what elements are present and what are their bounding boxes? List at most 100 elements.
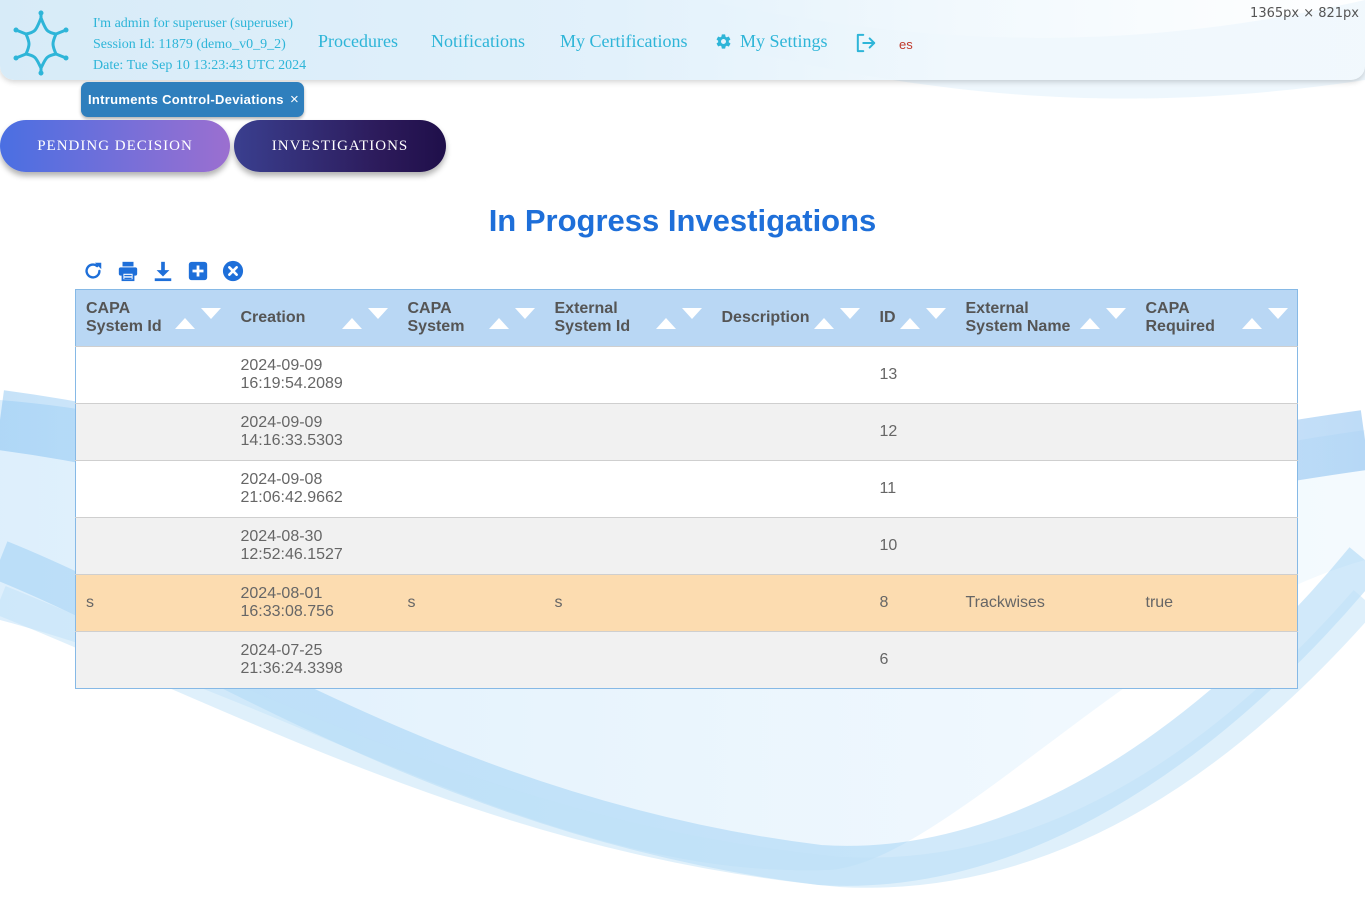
sort-asc-icon[interactable]: [655, 315, 676, 329]
print-icon[interactable]: [117, 260, 139, 282]
sort-desc-icon[interactable]: [1267, 308, 1288, 322]
sort-asc-icon[interactable]: [341, 315, 362, 329]
cell-creation: 2024-08-01 16:33:08.756: [230, 574, 398, 632]
cell-external-system-name: [955, 631, 1136, 689]
cell-id: 13: [869, 346, 956, 404]
nav-my-certifications[interactable]: My Certifications: [560, 31, 687, 52]
sort-desc-icon[interactable]: [514, 308, 535, 322]
download-icon[interactable]: [152, 260, 174, 282]
column-header-external-system-id[interactable]: External System Id: [544, 289, 712, 347]
window-tab-label: Intruments Control-Deviations: [88, 92, 284, 107]
cell-external-system-id: [544, 403, 712, 461]
column-header-label: Creation: [240, 308, 306, 326]
language-toggle[interactable]: es: [899, 37, 913, 52]
table-toolbar: [82, 260, 257, 282]
nav-procedures[interactable]: Procedures: [318, 31, 398, 52]
cell-description: [711, 574, 870, 632]
column-header-capa-system-id[interactable]: CAPA System Id: [75, 289, 231, 347]
investigations-table: CAPA System Id Creation CAPA System External S…: [75, 289, 1298, 689]
sort-desc-icon[interactable]: [839, 308, 860, 322]
session-date: Date: Tue Sep 10 13:23:43 UTC 2024: [93, 58, 307, 73]
sort-desc-icon[interactable]: [925, 308, 946, 322]
cell-capa-system: [397, 631, 545, 689]
column-header-label: ID: [879, 308, 896, 326]
cell-capa-system-id: [75, 460, 231, 518]
table-row[interactable]: s 2024-08-01 16:33:08.756 s s 8 Trackwises true: [75, 574, 1298, 632]
sort-asc-icon[interactable]: [488, 315, 509, 329]
cell-capa-required: [1135, 631, 1298, 689]
column-header-label: External System Name: [965, 300, 1071, 335]
table-row[interactable]: 2024-08-30 12:52:46.1527 10: [75, 517, 1298, 575]
add-icon[interactable]: [187, 260, 209, 282]
sort-asc-icon[interactable]: [899, 315, 920, 329]
column-header-id[interactable]: ID: [869, 289, 956, 347]
table-body: 2024-09-09 16:19:54.2089 13 2024-09-09 14:16…: [75, 346, 1298, 689]
table-row[interactable]: 2024-09-09 16:19:54.2089 13: [75, 346, 1298, 404]
column-header-label: External System Id: [554, 300, 631, 335]
cell-creation: 2024-09-09 16:19:54.2089: [230, 346, 398, 404]
column-header-label: CAPA System: [407, 300, 465, 335]
sort-asc-icon[interactable]: [1079, 315, 1100, 329]
column-header-label: Description: [721, 308, 810, 326]
cell-external-system-name: [955, 403, 1136, 461]
cell-capa-required: [1135, 460, 1298, 518]
refresh-icon[interactable]: [82, 260, 104, 282]
screen-size-readout: 1365px × 821px: [1250, 6, 1359, 21]
sort-asc-icon[interactable]: [175, 315, 195, 329]
nav-notifications[interactable]: Notifications: [431, 31, 525, 52]
column-header-creation[interactable]: Creation: [230, 289, 398, 347]
close-tab-icon[interactable]: ×: [290, 91, 299, 108]
cell-capa-system: s: [397, 574, 545, 632]
cell-capa-system-id: [75, 631, 231, 689]
cell-external-system-id: [544, 460, 712, 518]
column-header-capa-required[interactable]: CAPA Required: [1135, 289, 1298, 347]
column-header-label: CAPA System Id: [86, 300, 162, 335]
table-row[interactable]: 2024-09-08 21:06:42.9662 11: [75, 460, 1298, 518]
cell-external-system-name: [955, 517, 1136, 575]
cell-description: [711, 346, 870, 404]
nav-my-settings[interactable]: My Settings: [715, 31, 828, 52]
sort-desc-icon[interactable]: [681, 308, 702, 322]
table-row[interactable]: 2024-07-25 21:36:24.3398 6: [75, 631, 1298, 689]
cell-capa-system-id: [75, 517, 231, 575]
cell-external-system-id: [544, 346, 712, 404]
sort-desc-icon[interactable]: [1105, 308, 1126, 322]
cell-external-system-id: s: [544, 574, 712, 632]
pending-decision-button[interactable]: PENDING DECISION: [0, 120, 230, 172]
cell-id: 10: [869, 517, 956, 575]
cell-description: [711, 631, 870, 689]
logout-icon[interactable]: [855, 33, 877, 53]
cell-creation: 2024-09-08 21:06:42.9662: [230, 460, 398, 518]
cell-creation: 2024-08-30 12:52:46.1527: [230, 517, 398, 575]
cell-id: 6: [869, 631, 956, 689]
app-logo-icon[interactable]: [12, 10, 70, 76]
column-header-description[interactable]: Description: [711, 289, 870, 347]
column-header-external-system-name[interactable]: External System Name: [955, 289, 1136, 347]
cell-id: 8: [869, 574, 956, 632]
table-row[interactable]: 2024-09-09 14:16:33.5303 12: [75, 403, 1298, 461]
gear-icon: [716, 34, 731, 49]
sort-asc-icon[interactable]: [813, 315, 834, 329]
cell-capa-system: [397, 517, 545, 575]
sort-asc-icon[interactable]: [1241, 315, 1262, 329]
open-window-tab[interactable]: Intruments Control-Deviations ×: [81, 82, 304, 117]
cell-capa-system-id: [75, 403, 231, 461]
close-circle-icon[interactable]: [222, 260, 244, 282]
cell-capa-required: [1135, 346, 1298, 404]
sort-desc-icon[interactable]: [367, 308, 388, 322]
session-info: I'm admin for superuser (superuser) Sess…: [93, 13, 306, 76]
column-header-label: CAPA Required: [1145, 300, 1215, 335]
cell-capa-system-id: s: [75, 574, 231, 632]
cell-id: 11: [869, 460, 956, 518]
cell-capa-system: [397, 460, 545, 518]
cell-capa-required: [1135, 517, 1298, 575]
cell-id: 12: [869, 403, 956, 461]
investigations-button[interactable]: INVESTIGATIONS: [234, 120, 446, 172]
session-id: Session Id: 11879 (demo_v0_9_2): [93, 37, 286, 52]
cell-creation: 2024-09-09 14:16:33.5303: [230, 403, 398, 461]
column-header-capa-system[interactable]: CAPA System: [397, 289, 545, 347]
cell-external-system-name: [955, 460, 1136, 518]
sort-desc-icon[interactable]: [201, 308, 221, 322]
page-title: In Progress Investigations: [488, 203, 877, 238]
cell-description: [711, 403, 870, 461]
